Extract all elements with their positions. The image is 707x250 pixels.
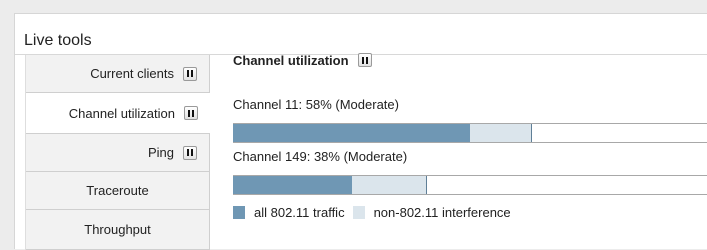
sidebar-item-channel-utilization[interactable]: Channel utilization [26, 93, 210, 134]
all-80211-swatch [233, 206, 245, 219]
sidebar: Current clients Channel utilization Ping… [25, 55, 210, 250]
sidebar-item-current-clients[interactable]: Current clients [26, 55, 209, 93]
sidebar-item-label: Throughput [84, 222, 151, 237]
sidebar-item-traceroute[interactable]: Traceroute [26, 172, 209, 210]
pause-icon[interactable] [357, 53, 372, 67]
channel-149-utilization-bar [233, 175, 707, 195]
sidebar-item-label: Channel utilization [68, 105, 175, 121]
pause-icon[interactable] [184, 106, 198, 120]
section-title: Channel utilization [233, 52, 707, 68]
all-80211-traffic-fill [233, 176, 352, 194]
channel-149-label: Channel 149: 38% (Moderate) [233, 149, 408, 164]
sidebar-item-ping[interactable]: Ping [26, 134, 209, 172]
channel-utilization-content: Channel utilization Channel 11: 58% (Mod… [233, 52, 707, 220]
all-80211-traffic-fill [233, 124, 470, 142]
sidebar-item-throughput[interactable]: Throughput [26, 210, 209, 250]
sidebar-item-label: Current clients [90, 66, 174, 81]
section-title-label: Channel utilization [233, 52, 349, 68]
pause-icon[interactable] [183, 66, 197, 81]
non-80211-interference-fill [470, 124, 532, 142]
channel-11-utilization-bar [233, 123, 707, 143]
panel-title: Live tools [24, 32, 92, 49]
legend-all-label: all 802.11 traffic [254, 205, 345, 220]
legend-non-label: non-802.11 interference [373, 205, 511, 220]
non-80211-interference-fill [351, 176, 428, 194]
channel-11-label: Channel 11: 58% (Moderate) [233, 97, 399, 112]
pause-icon[interactable] [183, 145, 197, 160]
non-80211-swatch [352, 206, 365, 219]
sidebar-item-label: Ping [147, 145, 174, 160]
sidebar-item-label: Traceroute [86, 183, 149, 198]
legend: all 802.11 traffic non-802.11 interferen… [233, 205, 519, 220]
